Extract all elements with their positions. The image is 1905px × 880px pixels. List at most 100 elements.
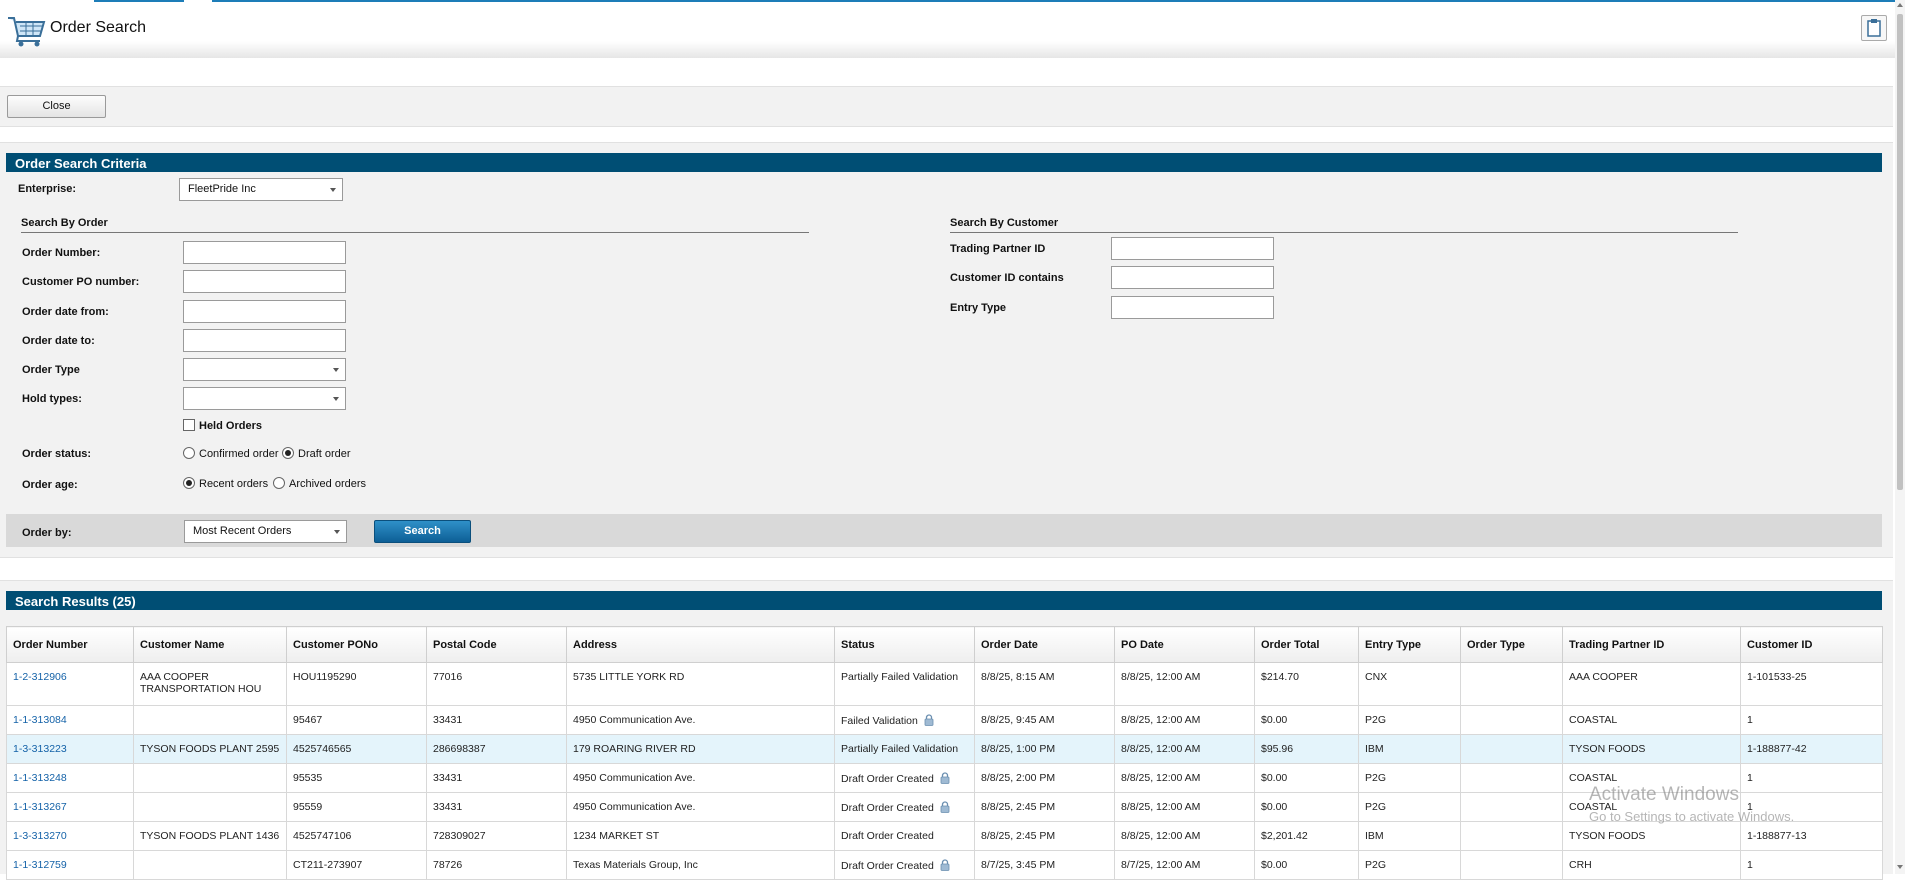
- table-cell: 8/8/25, 2:45 PM: [974, 792, 1115, 822]
- table-cell: 95535: [286, 763, 427, 793]
- table-cell[interactable]: 1-1-313248: [6, 763, 134, 793]
- recent-orders-label: Recent orders: [199, 478, 269, 490]
- cell-text: P2G: [1365, 859, 1387, 871]
- table-cell[interactable]: 1-2-312906: [6, 662, 134, 706]
- customer-po-label: Customer PO number:: [22, 276, 140, 288]
- table-cell[interactable]: 1-1-313084: [6, 705, 134, 735]
- table-cell: [1460, 763, 1563, 793]
- column-header[interactable]: Order Type: [1460, 626, 1563, 663]
- cell-text: 179 ROARING RIVER RD: [573, 743, 696, 755]
- draft-order-radio[interactable]: [282, 447, 294, 459]
- order-number-input[interactable]: [183, 241, 346, 264]
- customer-id-input[interactable]: [1111, 266, 1274, 289]
- column-header[interactable]: Entry Type: [1358, 626, 1461, 663]
- entry-type-input[interactable]: [1111, 296, 1274, 319]
- table-cell: 728309027: [426, 821, 567, 851]
- table-row[interactable]: 1-3-313270 TYSON FOODS PLANT 1436 45257471…: [6, 821, 1883, 851]
- cell-text: CNX: [1365, 671, 1388, 683]
- table-cell: 5735 LITTLE YORK RD: [566, 662, 835, 706]
- table-cell: TYSON FOODS: [1562, 821, 1741, 851]
- scroll-up-icon[interactable]: [1897, 3, 1903, 7]
- order-number-link[interactable]: 1-3-313223: [13, 743, 67, 755]
- order-number-link[interactable]: 1-2-312906: [13, 671, 67, 683]
- column-header[interactable]: PO Date: [1114, 626, 1255, 663]
- recent-orders-radio[interactable]: [183, 477, 195, 489]
- criteria-header: Order Search Criteria: [6, 153, 1882, 172]
- order-status-label: Order status:: [22, 448, 92, 460]
- cell-text: 33431: [433, 801, 463, 813]
- date-from-input[interactable]: [183, 300, 346, 323]
- date-to-label: Order date to:: [22, 335, 95, 347]
- table-cell: $0.00: [1254, 705, 1359, 735]
- table-cell[interactable]: 1-1-313267: [6, 792, 134, 822]
- column-header[interactable]: Postal Code: [426, 626, 567, 663]
- cell-text: P2G: [1365, 714, 1387, 726]
- order-number-link[interactable]: 1-1-312759: [13, 859, 67, 871]
- search-button[interactable]: Search: [374, 520, 471, 543]
- cell-text: 8/8/25, 1:00 PM: [981, 743, 1056, 755]
- column-header[interactable]: Status: [834, 626, 975, 663]
- column-header[interactable]: Customer PONo: [286, 626, 427, 663]
- table-header-row: Order Number Customer Name Customer PONo Po…: [6, 626, 1883, 663]
- close-button[interactable]: Close: [7, 95, 106, 118]
- table-cell: 95559: [286, 792, 427, 822]
- customer-po-input[interactable]: [183, 270, 346, 293]
- table-cell[interactable]: 1-3-313270: [6, 821, 134, 851]
- table-cell: P2G: [1358, 763, 1461, 793]
- table-cell: Failed Validation: [834, 705, 975, 735]
- trading-partner-input[interactable]: [1111, 237, 1274, 260]
- watermark-line1: Activate Windows: [1589, 784, 1739, 805]
- scroll-down-icon[interactable]: [1897, 865, 1903, 869]
- column-header[interactable]: Trading Partner ID: [1562, 626, 1741, 663]
- table-cell: 8/7/25, 12:00 AM: [1114, 850, 1255, 880]
- page-scrollbar[interactable]: [1895, 0, 1905, 874]
- table-cell: TYSON FOODS: [1562, 734, 1741, 764]
- table-cell: Partially Failed Validation: [834, 734, 975, 764]
- column-header[interactable]: Customer ID: [1740, 626, 1883, 663]
- order-number-link[interactable]: 1-3-313270: [13, 830, 67, 842]
- table-cell: 1-188877-13: [1740, 821, 1883, 851]
- scrollbar-thumb[interactable]: [1897, 14, 1903, 490]
- order-type-label: Order Type: [22, 364, 80, 376]
- entry-type-label: Entry Type: [950, 302, 1007, 314]
- order-number-link[interactable]: 1-1-313248: [13, 772, 67, 784]
- cell-text: 33431: [433, 772, 463, 784]
- cell-text: 1: [1747, 859, 1753, 871]
- enterprise-select[interactable]: FleetPride Inc: [179, 178, 343, 201]
- held-orders-checkbox[interactable]: [183, 419, 195, 431]
- order-number-link[interactable]: 1-1-313084: [13, 714, 67, 726]
- table-cell: IBM: [1358, 734, 1461, 764]
- column-header[interactable]: Address: [566, 626, 835, 663]
- enterprise-label: Enterprise:: [18, 183, 77, 195]
- cell-text: 77016: [433, 671, 463, 683]
- clipboard-button[interactable]: [1861, 15, 1887, 41]
- order-number-link[interactable]: 1-1-313267: [13, 801, 67, 813]
- table-row[interactable]: 1-2-312906 AAA COOPER TRANSPORTATION HOU H…: [6, 662, 1883, 706]
- cell-text: 95535: [293, 772, 323, 784]
- table-row[interactable]: 1-3-313223 TYSON FOODS PLANT 2595 45257465…: [6, 734, 1883, 764]
- column-header[interactable]: Order Total: [1254, 626, 1359, 663]
- column-header[interactable]: Customer Name: [133, 626, 287, 663]
- table-row[interactable]: 1-1-312759 CT211-273907 78726 Texas Materia…: [6, 850, 1883, 880]
- column-header[interactable]: Order Number: [6, 626, 134, 663]
- cell-text: IBM: [1365, 830, 1384, 842]
- confirmed-order-radio[interactable]: [183, 447, 195, 459]
- results-header: Search Results (25): [6, 591, 1882, 610]
- table-cell: 95467: [286, 705, 427, 735]
- archived-orders-radio[interactable]: [273, 477, 285, 489]
- cell-text: TYSON FOODS: [1569, 743, 1646, 755]
- order-type-select[interactable]: [183, 358, 346, 381]
- table-cell[interactable]: 1-1-312759: [6, 850, 134, 880]
- table-cell: CT211-273907: [286, 850, 427, 880]
- chevron-down-icon: [333, 397, 339, 401]
- column-header[interactable]: Order Date: [974, 626, 1115, 663]
- order-by-select[interactable]: Most Recent Orders: [184, 520, 347, 543]
- table-row[interactable]: 1-1-313084 95467 33431 4950 Communication A…: [6, 705, 1883, 735]
- date-to-input[interactable]: [183, 329, 346, 352]
- table-cell[interactable]: 1-3-313223: [6, 734, 134, 764]
- cell-text: Failed Validation: [841, 715, 918, 727]
- table-cell: 8/8/25, 12:00 AM: [1114, 734, 1255, 764]
- hold-types-select[interactable]: [183, 387, 346, 410]
- table-cell: $0.00: [1254, 763, 1359, 793]
- trading-partner-label: Trading Partner ID: [950, 243, 1046, 255]
